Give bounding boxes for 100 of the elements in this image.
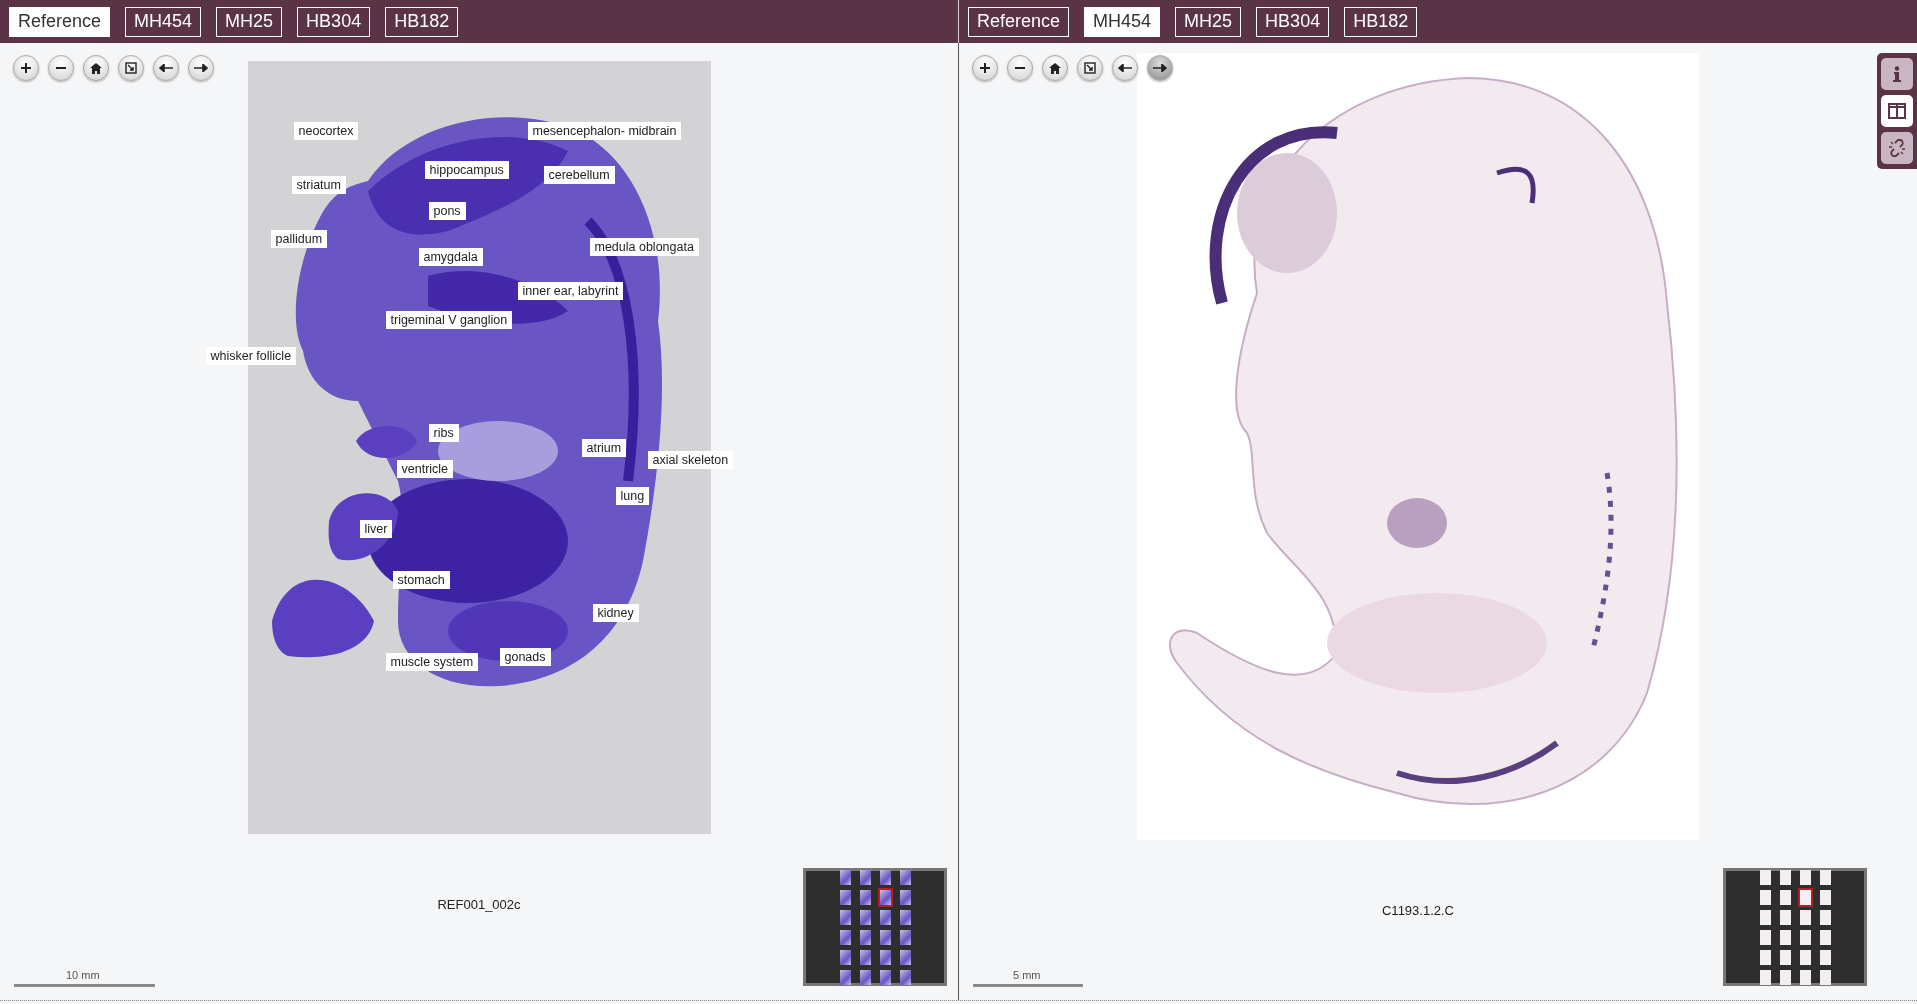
slide-thumbnail[interactable] [1819,929,1831,945]
split-view-button[interactable] [1881,95,1913,127]
slide-thumbnail[interactable] [879,969,891,985]
fit-button[interactable] [118,55,144,81]
slide-thumbnail[interactable] [899,909,911,925]
slide-caption: C1193.1.2.C [1382,903,1454,918]
anatomy-label: gonads [499,648,551,666]
dataset-tab[interactable]: MH25 [216,6,283,37]
slide-thumbnail[interactable] [1759,929,1771,945]
zoom-in-button[interactable] [13,55,39,81]
slide-thumbnail[interactable] [859,929,871,945]
slide-thumbnail[interactable] [1779,889,1791,905]
split-view-icon [1888,103,1906,119]
minus-icon [55,66,67,70]
scale-bar-label: 10 mm [66,969,100,981]
slide-thumbnail[interactable] [879,929,891,945]
slide-thumbnail[interactable] [859,969,871,985]
slide-thumbnail[interactable] [1799,869,1811,885]
anatomy-label: striatum [291,176,346,194]
slide-thumbnail[interactable] [879,869,891,885]
scale-bar-label: 5 mm [1013,969,1041,981]
slide-thumbnail[interactable] [1779,929,1791,945]
slide-thumbnail[interactable] [859,949,871,965]
slide-thumbnail[interactable] [1819,949,1831,965]
anatomy-label: kidney [592,604,639,622]
unlink-button[interactable] [1881,132,1913,164]
slide-thumbnail[interactable] [859,909,871,925]
slide-thumbnail[interactable] [1799,949,1811,965]
slide-thumbnail[interactable] [1759,909,1771,925]
slide-thumbnail[interactable] [879,909,891,925]
slide-thumbnail[interactable] [1779,949,1791,965]
slide-thumbnail[interactable] [899,889,911,905]
anatomy-label: whisker follicle [205,347,297,365]
slide-thumbnail[interactable] [1759,889,1771,905]
zoom-out-button[interactable] [1007,55,1033,81]
slide-thumbnail[interactable] [839,869,851,885]
anatomy-label: ventricle [396,460,454,478]
slide-thumbnail[interactable] [1779,909,1791,925]
slide-thumbnail[interactable] [879,949,891,965]
dataset-tab[interactable]: MH454 [1084,6,1161,37]
slide-thumbnail[interactable] [1759,969,1771,985]
slide-thumbnail[interactable] [1799,909,1811,925]
slide-thumbnail[interactable] [859,889,871,905]
plus-icon [20,62,32,74]
minimap[interactable] [1723,868,1867,986]
slide-thumbnail[interactable] [1779,969,1791,985]
slide-thumbnail[interactable] [1799,969,1811,985]
anatomy-label: stomach [392,571,450,589]
info-icon [1893,66,1901,82]
dataset-tab[interactable]: HB182 [385,6,459,37]
slide-thumbnail[interactable] [839,929,851,945]
previous-button[interactable] [153,55,179,81]
slide-thumbnail[interactable] [1759,949,1771,965]
dataset-tab[interactable]: Reference [968,6,1070,37]
arrow-left-icon [1118,64,1132,72]
fit-button[interactable] [1077,55,1103,81]
slide-thumbnail[interactable] [1819,869,1831,885]
next-button[interactable] [188,55,214,81]
anatomy-label: medula oblongata [589,238,699,256]
anatomy-label: neocortex [293,122,359,140]
anatomy-label: lung [615,487,650,505]
minimap[interactable] [803,868,947,986]
slide-thumbnail[interactable] [839,949,851,965]
slide-thumbnail[interactable] [899,969,911,985]
anatomy-label: cerebellum [543,166,615,184]
slide-thumbnail[interactable] [899,929,911,945]
slide-thumbnail[interactable] [1799,929,1811,945]
minus-icon [1014,66,1026,70]
dataset-tab[interactable]: Reference [9,6,111,37]
slide-thumbnail[interactable] [1819,969,1831,985]
plus-icon [979,62,991,74]
slide-thumbnail[interactable] [839,889,851,905]
home-button[interactable] [1042,55,1068,81]
anatomy-label: ribs [428,424,459,442]
dataset-tab[interactable]: HB304 [297,6,371,37]
arrow-left-icon [159,64,173,72]
slide-thumbnail[interactable] [839,969,851,985]
slide-thumbnail[interactable] [1779,869,1791,885]
slide-thumbnail[interactable] [1759,869,1771,885]
dataset-tab[interactable]: MH25 [1175,6,1242,37]
fit-icon [1084,62,1096,74]
slide-thumbnail[interactable] [859,869,871,885]
anatomy-label: amygdala [418,248,483,266]
zoom-in-button[interactable] [972,55,998,81]
slide-thumbnail[interactable] [899,869,911,885]
slide-thumbnail[interactable] [879,889,891,905]
dataset-tab[interactable]: HB304 [1256,6,1330,37]
slide-thumbnail[interactable] [1819,909,1831,925]
info-button[interactable] [1881,58,1913,90]
home-icon [1049,62,1061,74]
anatomy-label: atrium [581,439,627,457]
slide-thumbnail[interactable] [839,909,851,925]
zoom-out-button[interactable] [48,55,74,81]
slide-thumbnail[interactable] [1799,889,1811,905]
slide-thumbnail[interactable] [1819,889,1831,905]
dataset-tab[interactable]: HB182 [1344,6,1418,37]
dataset-tab[interactable]: MH454 [125,6,202,37]
previous-button[interactable] [1112,55,1138,81]
home-button[interactable] [83,55,109,81]
slide-thumbnail[interactable] [899,949,911,965]
